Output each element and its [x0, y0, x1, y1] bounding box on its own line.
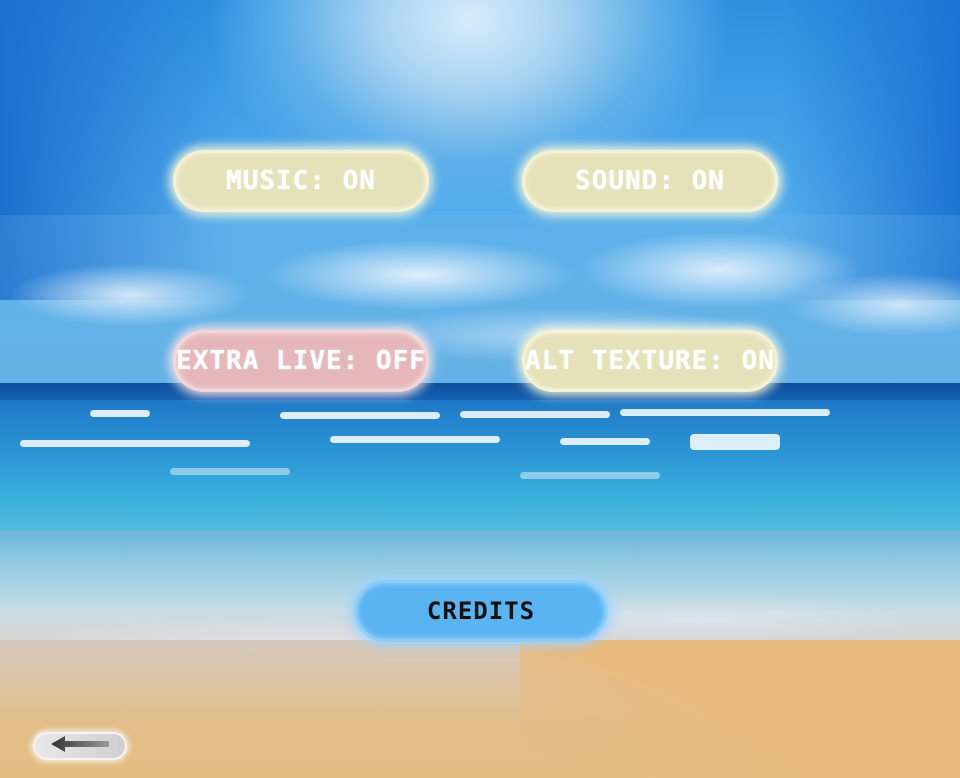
music-toggle-button[interactable]: MUSIC: ON: [173, 150, 429, 212]
clouds: [0, 215, 960, 395]
music-toggle-label: MUSIC: ON: [226, 166, 376, 196]
alt-texture-toggle-label: ALT TEXTURE: ON: [525, 346, 775, 376]
sound-toggle-label: SOUND: ON: [575, 166, 725, 196]
sound-toggle-button[interactable]: SOUND: ON: [522, 150, 778, 212]
credits-label: CREDITS: [426, 597, 536, 625]
sea: [0, 400, 960, 540]
alt-texture-toggle-button[interactable]: ALT TEXTURE: ON: [522, 330, 778, 392]
arrow-left-icon: [49, 735, 111, 757]
extra-live-toggle-label: EXTRA LIVE: OFF: [176, 346, 426, 376]
back-button[interactable]: [33, 732, 127, 760]
credits-button[interactable]: CREDITS: [354, 580, 608, 642]
beach-background: [0, 0, 960, 778]
extra-live-toggle-button[interactable]: EXTRA LIVE: OFF: [173, 330, 429, 392]
